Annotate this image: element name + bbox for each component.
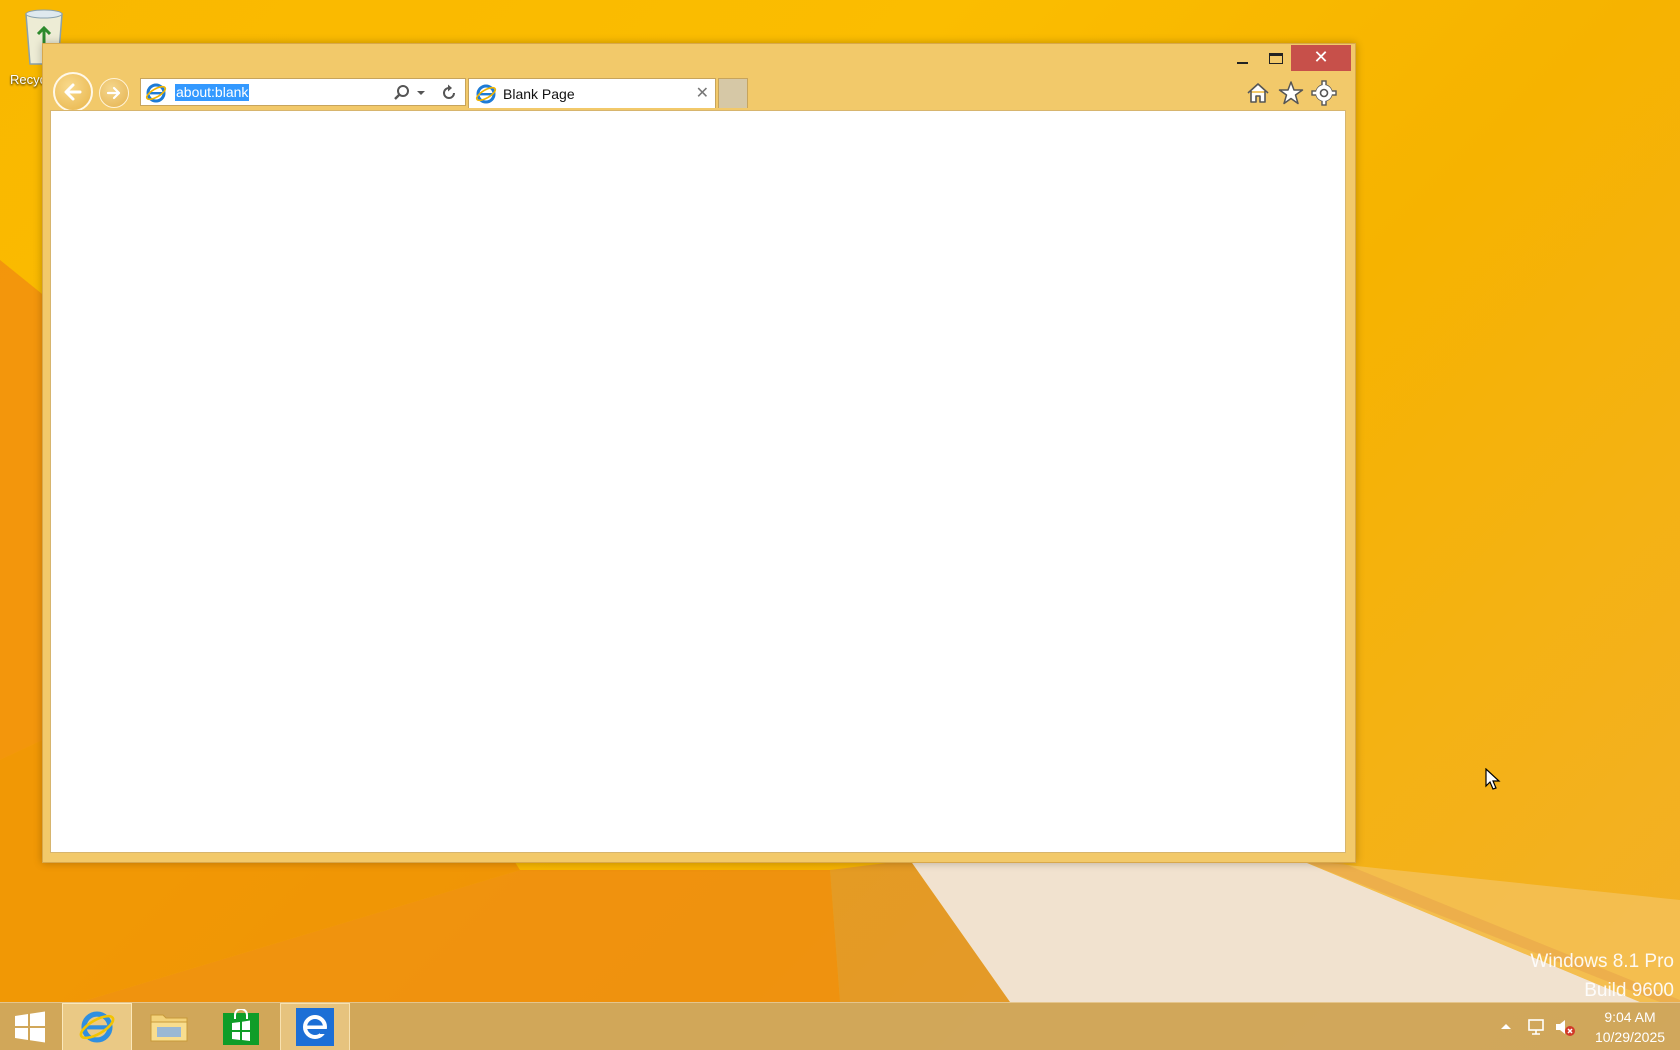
store-icon [223,1009,259,1045]
taskbar-ie-pinned[interactable] [62,1003,132,1050]
ie-icon [475,84,497,104]
ie-icon [145,83,167,103]
star-icon[interactable] [1278,80,1304,106]
watermark-edition: Windows 8.1 Pro [1530,951,1674,972]
taskbar-clock[interactable]: 9:04 AM 10/29/2025 [1584,1007,1676,1047]
forward-button[interactable] [99,78,129,108]
clock-date: 10/29/2025 [1594,1029,1666,1045]
refresh-icon[interactable] [439,83,459,103]
back-button[interactable] [53,72,93,112]
tab-blank-page[interactable]: Blank Page ✕ [468,78,716,108]
close-icon: ✕ [1313,47,1329,68]
tab-close-icon[interactable]: ✕ [696,83,709,102]
watermark-build: Build 9600 [1584,980,1674,1001]
ie-icon [79,1011,115,1043]
new-tab-button[interactable] [718,78,748,108]
taskbar-ie-running[interactable] [280,1003,350,1050]
clock-time: 9:04 AM [1604,1009,1656,1025]
home-icon[interactable] [1245,80,1271,106]
close-button[interactable]: ✕ [1291,45,1351,71]
folder-icon [150,1014,188,1042]
network-icon[interactable] [1526,1017,1546,1037]
ie-window[interactable]: ✕ about:blank Blank Page ✕ [42,43,1356,863]
ie-icon [296,1008,334,1046]
back-arrow-icon [64,83,82,101]
tab-title: Blank Page [503,86,575,102]
search-icon[interactable] [393,84,411,102]
taskbar-file-explorer[interactable] [134,1003,204,1050]
windows-logo-icon [15,1011,45,1043]
forward-arrow-icon [106,86,121,100]
gear-icon[interactable] [1311,80,1337,106]
maximize-icon [1269,52,1283,64]
address-bar[interactable]: about:blank [140,78,466,106]
taskbar-store[interactable] [206,1003,276,1050]
maximize-button[interactable] [1259,45,1293,71]
volume-muted-icon[interactable] [1554,1017,1576,1037]
tray-expand-icon[interactable] [1500,1021,1512,1031]
page-viewport[interactable] [50,110,1346,853]
minimize-icon [1236,62,1248,64]
taskbar: 9:04 AM 10/29/2025 [0,1002,1680,1050]
desktop: Recyc Windows 8.1 Pro Build 9600 ✕ about… [0,0,1680,1050]
mouse-cursor-icon [1485,768,1501,790]
start-button[interactable] [0,1003,60,1050]
dropdown-icon[interactable] [416,85,426,101]
recycle-bin-label: Recyc [10,72,47,87]
minimize-button[interactable] [1225,45,1259,71]
windows-watermark: Windows 8.1 Pro Build 9600 [1530,947,1674,1005]
address-input[interactable]: about:blank [175,84,250,101]
